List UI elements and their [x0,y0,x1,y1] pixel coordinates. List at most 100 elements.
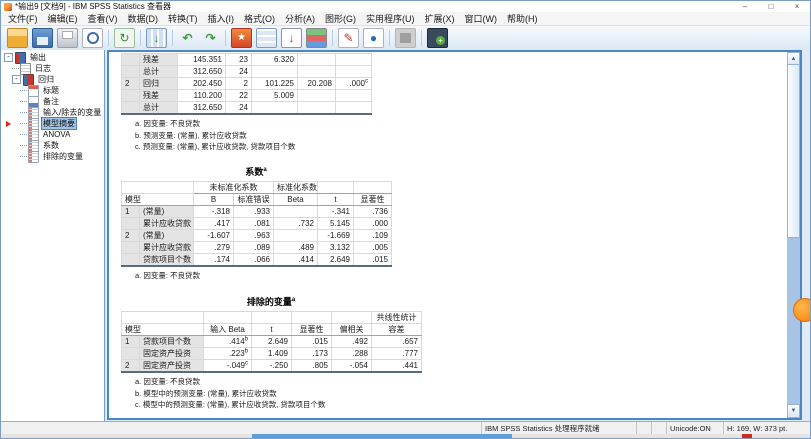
taskbar-item-red[interactable] [742,434,752,438]
menu-file[interactable]: 文件(F) [3,12,43,25]
toolbar: ↻ ↓ ↶ ↷ ★ ↓ ✎ ● [1,26,810,51]
outline-item-model-summary[interactable]: 模型摘要 [1,117,104,130]
dialog-recall-icon[interactable]: ↻ [114,28,135,48]
menu-edit[interactable]: 编辑(E) [43,12,83,25]
goto-case-icon[interactable]: ★ [231,28,252,48]
outline-item-title[interactable]: 标题 [1,84,104,97]
minimize-button[interactable]: – [732,1,758,12]
predictor-cell: 累计应收贷款 [139,216,194,230]
t-cell: 2.649 [251,335,292,348]
sig-cell [335,53,372,66]
goto-data-icon[interactable]: ↓ [146,28,167,48]
partial-correlation-cell: .288 [331,347,372,360]
t-header: t [317,192,354,206]
anova-row-3: 残差 110.200 22 5.009 [121,89,372,102]
designate-window-icon[interactable] [427,28,448,48]
outline-item-log[interactable]: 日志 [1,62,104,75]
menu-help[interactable]: 帮助(H) [502,12,543,25]
outline-item-notes[interactable]: 备注 [1,95,104,108]
sig-cell: .015 [353,252,392,266]
menu-view[interactable]: 查看(V) [83,12,123,25]
toolbar-separator-8 [172,30,173,46]
tolerance-cell: .657 [371,335,422,348]
anova-label-cell: 残差 [139,89,178,102]
excluded-variables-footnote-2: c. 模型中的预测变量: (常量), 累计应收贷款, 贷款项目个数 [135,400,326,409]
anova-label-cell: 回归 [139,77,178,90]
scrollbar-thumb[interactable] [787,64,800,238]
print-preview-icon[interactable] [82,28,103,48]
menu-analyze[interactable]: 分析(A) [280,12,320,25]
partial-correlation-cell: -.054 [331,359,372,373]
outline-label-coefficients: 系数 [43,141,59,150]
excluded-row-0: 1 贷款项目个数 .414b 2.649.015.492.657 [121,335,422,348]
beta-header: Beta [273,192,318,206]
window-inactive-icon[interactable] [395,28,416,48]
model-cell: 1 [121,204,140,218]
spss-viewer-window: *输出9 [文档9] - IBM SPSS Statistics 查看器 – □… [0,0,811,439]
model-cell: 1 [121,335,140,348]
f-cell [297,53,336,66]
variable-cell: 固定资产投资 [139,359,204,373]
expand-toggle-output[interactable]: - [4,53,13,62]
outline-item-excluded-variables[interactable]: 排除的变量 [1,150,104,163]
menu-window[interactable]: 窗口(W) [460,12,503,25]
taskbar-item-blue[interactable] [252,434,512,438]
toolbar-separator-6 [140,30,141,46]
menu-graphs[interactable]: 图形(G) [320,12,361,25]
menu-format[interactable]: 格式(O) [239,12,280,25]
outline-pane[interactable]: - 输出 日志 - 回归 标题 备注 输入/除去的变量 模型摘要 ANOVA 系数 排除的变量 [1,50,105,422]
redo-icon[interactable]: ↷ [201,29,220,47]
excluded-row-2: 2 固定资产投资 -.049c -.250.805 -.054.441 [121,359,422,373]
titlebar[interactable]: *输出9 [文档9] - IBM SPSS Statistics 查看器 – □… [1,1,810,12]
selection-dimensions: H: 169, W: 373 pt. [727,423,788,433]
vertical-scrollbar[interactable]: ▲ ▼ [787,52,800,418]
menu-data[interactable]: 数据(D) [123,12,164,25]
expand-toggle-regression[interactable]: - [12,75,21,84]
beta-in-cell: .223b [203,347,252,360]
save-icon[interactable] [32,28,53,48]
coefficients-table: 未标准化系数 标准化系数 模型 B 标准错误 Beta t 显著性 1 (常量) -.318.933… [121,180,392,267]
menu-insert[interactable]: 插入(I) [203,12,240,25]
maximize-button[interactable]: □ [758,1,784,12]
goto-variable-icon[interactable] [256,28,277,48]
outline-label-log: 日志 [35,64,51,73]
anova-model-cell [121,53,140,66]
title-icon [28,84,39,97]
undo-icon[interactable]: ↶ [178,29,197,47]
open-icon[interactable] [7,28,28,48]
notes-icon [28,95,39,108]
scroll-down-icon[interactable]: ▼ [787,404,800,418]
model-cell [121,240,140,254]
edit-output-icon[interactable]: ✎ [338,28,359,48]
coefficients-footnote-0: a. 因变量: 不良贷款 [135,270,201,280]
close-button[interactable]: × [784,1,810,12]
menu-utilities[interactable]: 实用程序(U) [361,12,420,25]
outline-item-regression[interactable]: - 回归 [1,73,104,86]
outline-item-coefficients[interactable]: 系数 [1,139,104,152]
tree-connector [12,68,19,69]
outline-item-output[interactable]: - 输出 [1,51,104,64]
tolerance-cell: .777 [371,347,422,360]
menu-extensions[interactable]: 扩展(X) [420,12,460,25]
standardized-header: 标准化系数 [273,180,318,194]
f-cell [297,65,336,78]
blank-header [121,311,204,324]
std-error-cell: .933 [233,204,274,218]
model-cell [121,252,140,266]
f-cell [297,89,336,102]
content-pane[interactable]: 残差 145.351 23 6.320 总计 312.650 24 2 回归 202.450 2 10… [107,50,802,420]
variables-icon[interactable]: ↓ [281,28,302,48]
outline-item-anova[interactable]: ANOVA [1,128,104,141]
menu-transform[interactable]: 转换(T) [163,12,203,25]
sig-cell: .736 [353,204,392,218]
status-cell-1 [637,422,652,434]
f-cell [297,101,336,115]
blank-header-sig [353,180,392,194]
toolbar-separator-16 [332,30,333,46]
current-item-marker [6,120,11,127]
export-icon[interactable]: ● [363,28,384,48]
print-icon[interactable] [57,28,78,48]
b-cell: -.318 [193,204,234,218]
status-cell-2 [652,422,667,434]
use-variable-sets-icon[interactable] [306,28,327,48]
